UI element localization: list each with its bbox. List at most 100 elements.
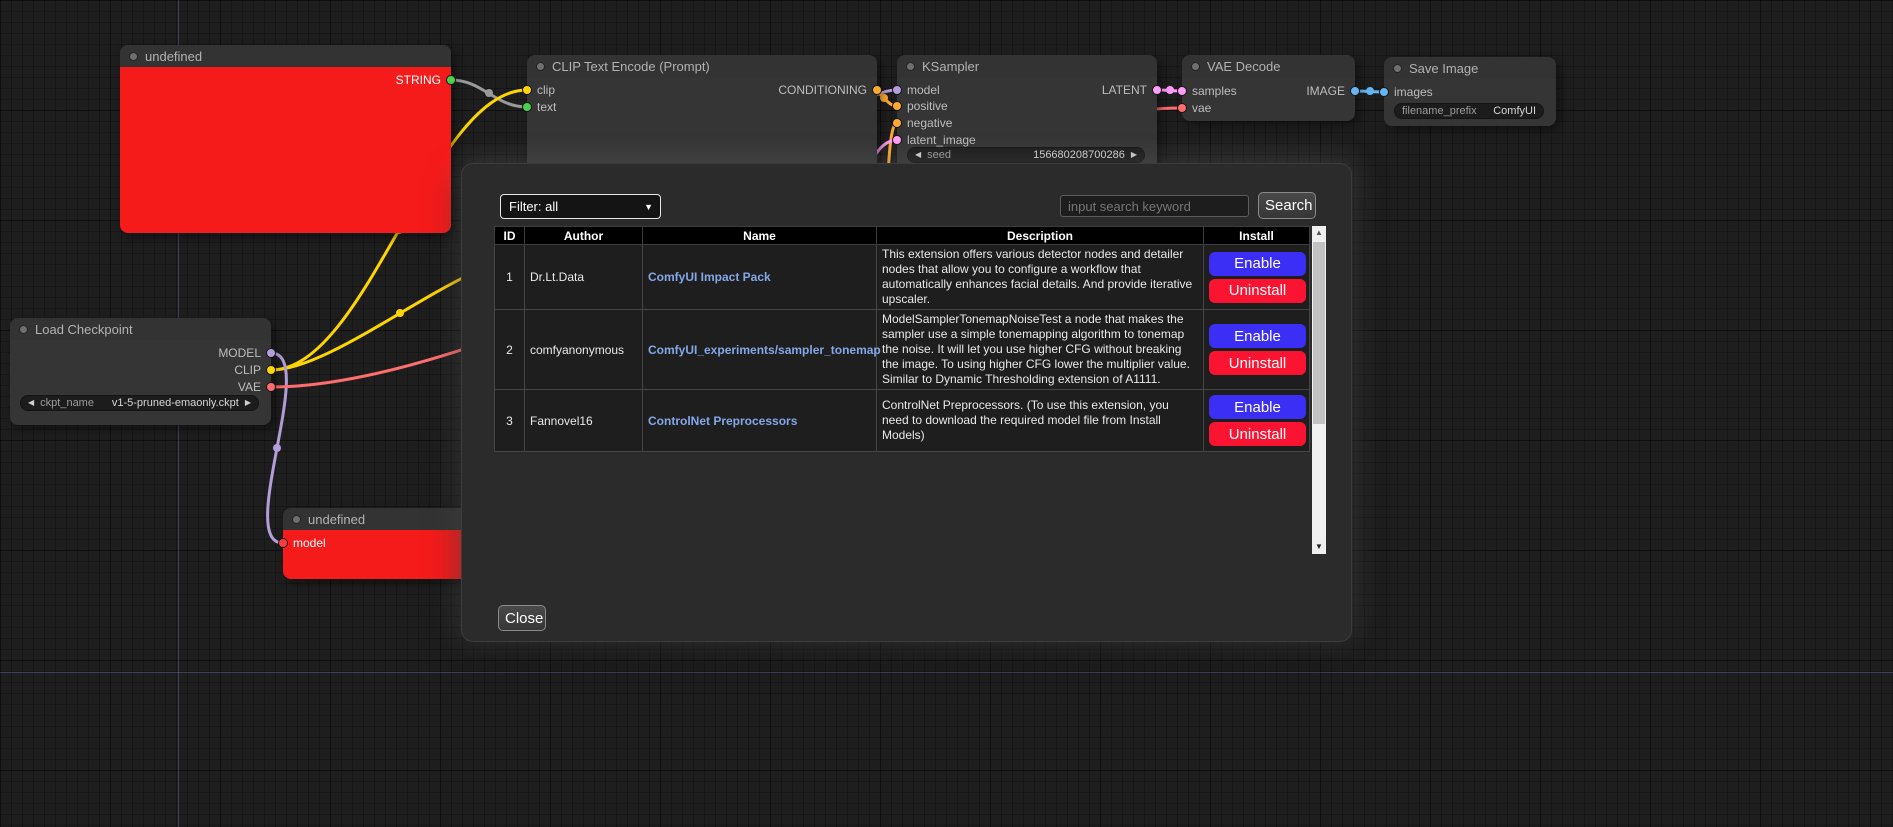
extension-link[interactable]: ComfyUI Impact Pack — [648, 270, 771, 284]
collapse-toggle-icon[interactable] — [536, 62, 545, 71]
slot-dot-icon[interactable] — [266, 382, 276, 392]
node-title-bar[interactable]: Save Image — [1384, 57, 1556, 79]
slot-dot-icon[interactable] — [1152, 85, 1162, 95]
scroll-up-icon[interactable]: ▲ — [1312, 226, 1326, 240]
input-slot-text[interactable]: text — [522, 100, 556, 114]
output-slot-model[interactable]: MODEL — [218, 346, 276, 360]
scroll-down-icon[interactable]: ▼ — [1312, 540, 1326, 554]
widget-value[interactable]: ComfyUI — [1493, 105, 1536, 117]
collapse-toggle-icon[interactable] — [19, 325, 28, 334]
uninstall-button[interactable]: Uninstall — [1209, 279, 1306, 303]
node-save-image[interactable]: Save Image images filename_prefix ComfyU… — [1384, 57, 1556, 126]
input-slot-vae[interactable]: vae — [1177, 101, 1211, 115]
node-title: Save Image — [1409, 61, 1478, 76]
output-slot-clip[interactable]: CLIP — [234, 363, 276, 377]
node-title-bar[interactable]: undefined — [120, 45, 451, 67]
input-slot-latent-image[interactable]: latent_image — [892, 133, 976, 147]
collapse-toggle-icon[interactable] — [129, 52, 138, 61]
slot-label: LATENT — [1102, 83, 1147, 97]
output-slot-string[interactable]: STRING — [396, 73, 456, 87]
next-arrow-icon[interactable]: ▶ — [245, 399, 251, 407]
enable-button[interactable]: Enable — [1209, 395, 1306, 419]
slot-dot-icon[interactable] — [522, 102, 532, 112]
scrollbar[interactable]: ▲ ▼ — [1312, 226, 1326, 554]
node-title-bar[interactable]: KSampler — [897, 55, 1157, 77]
widget-value[interactable]: v1-5-pruned-emaonly.ckpt — [112, 397, 239, 409]
row-install-cell: Enable Uninstall — [1204, 390, 1310, 452]
column-header-id: ID — [495, 227, 525, 245]
link-dot — [396, 309, 404, 317]
uninstall-button[interactable]: Uninstall — [1209, 422, 1306, 446]
close-button[interactable]: Close — [498, 605, 546, 631]
enable-button[interactable]: Enable — [1209, 324, 1306, 348]
extension-link[interactable]: ComfyUI_experiments/sampler_tonemap — [648, 343, 881, 357]
row-description: ModelSamplerTonemapNoiseTest a node that… — [877, 310, 1204, 390]
collapse-toggle-icon[interactable] — [292, 515, 301, 524]
column-header-install: Install — [1204, 227, 1310, 245]
slot-dot-icon[interactable] — [1379, 87, 1389, 97]
slot-dot-icon[interactable] — [1177, 86, 1187, 96]
slot-dot-icon[interactable] — [1350, 86, 1360, 96]
collapse-toggle-icon[interactable] — [906, 62, 915, 71]
scrollbar-thumb[interactable] — [1313, 242, 1325, 424]
node-title-bar[interactable]: CLIP Text Encode (Prompt) — [527, 55, 877, 77]
row-id: 1 — [495, 245, 525, 310]
node-vae-decode[interactable]: VAE Decode samples vae IMAGE — [1182, 55, 1355, 121]
slot-label: negative — [907, 116, 952, 130]
link-dot — [273, 444, 281, 452]
widget-label: ckpt_name — [40, 397, 94, 409]
output-slot-conditioning[interactable]: CONDITIONING — [778, 83, 882, 97]
increment-arrow-icon[interactable]: ▶ — [1131, 151, 1137, 159]
collapse-toggle-icon[interactable] — [1191, 62, 1200, 71]
slot-dot-icon[interactable] — [278, 538, 288, 548]
node-title: VAE Decode — [1207, 59, 1280, 74]
search-input[interactable] — [1060, 195, 1249, 217]
filter-select[interactable]: Filter: all — [500, 194, 661, 219]
widget-label: filename_prefix — [1402, 105, 1477, 117]
decrement-arrow-icon[interactable]: ◀ — [915, 151, 921, 159]
node-undefined-top[interactable]: undefined STRING — [120, 45, 451, 233]
node-title: undefined — [308, 512, 365, 527]
filename-prefix-widget[interactable]: filename_prefix ComfyUI — [1394, 103, 1544, 119]
enable-button[interactable]: Enable — [1209, 252, 1306, 276]
output-slot-image[interactable]: IMAGE — [1306, 84, 1360, 98]
slot-dot-icon[interactable] — [892, 101, 902, 111]
node-ksampler[interactable]: KSampler model positive negative latent_… — [897, 55, 1157, 177]
filter-select-wrap: Filter: all ▼ — [500, 194, 661, 219]
slot-dot-icon[interactable] — [266, 348, 276, 358]
slot-dot-icon[interactable] — [1177, 103, 1187, 113]
input-slot-samples[interactable]: samples — [1177, 84, 1237, 98]
input-slot-images[interactable]: images — [1379, 85, 1433, 99]
slot-dot-icon[interactable] — [266, 365, 276, 375]
slot-dot-icon[interactable] — [892, 118, 902, 128]
input-slot-negative[interactable]: negative — [892, 116, 952, 130]
slot-label: text — [537, 100, 556, 114]
slot-dot-icon[interactable] — [892, 135, 902, 145]
input-slot-model[interactable]: model — [892, 83, 940, 97]
slot-dot-icon[interactable] — [522, 85, 532, 95]
input-slot-clip[interactable]: clip — [522, 83, 555, 97]
uninstall-button[interactable]: Uninstall — [1209, 351, 1306, 375]
node-title-bar[interactable]: Load Checkpoint — [10, 318, 271, 340]
node-load-checkpoint[interactable]: Load Checkpoint MODEL CLIP VAE ◀ ckpt_na… — [10, 318, 271, 425]
slot-dot-icon[interactable] — [892, 85, 902, 95]
extension-link[interactable]: ControlNet Preprocessors — [648, 414, 797, 428]
collapse-toggle-icon[interactable] — [1393, 64, 1402, 73]
slot-dot-icon[interactable] — [872, 85, 882, 95]
prev-arrow-icon[interactable]: ◀ — [28, 399, 34, 407]
output-slot-latent[interactable]: LATENT — [1102, 83, 1162, 97]
ckpt-name-widget[interactable]: ◀ ckpt_name v1-5-pruned-emaonly.ckpt ▶ — [20, 395, 259, 411]
slot-label: CLIP — [234, 363, 261, 377]
row-id: 2 — [495, 310, 525, 390]
search-button[interactable]: Search — [1258, 192, 1316, 219]
slot-label: IMAGE — [1306, 84, 1345, 98]
slot-label: CONDITIONING — [778, 83, 867, 97]
widget-value[interactable]: 156680208700286 — [1033, 149, 1125, 161]
slot-dot-icon[interactable] — [446, 75, 456, 85]
output-slot-vae[interactable]: VAE — [238, 380, 276, 394]
slot-label: latent_image — [907, 133, 976, 147]
input-slot-model[interactable]: model — [278, 536, 326, 550]
seed-widget[interactable]: ◀ seed 156680208700286 ▶ — [907, 147, 1145, 163]
node-title-bar[interactable]: VAE Decode — [1182, 55, 1355, 77]
input-slot-positive[interactable]: positive — [892, 99, 948, 113]
